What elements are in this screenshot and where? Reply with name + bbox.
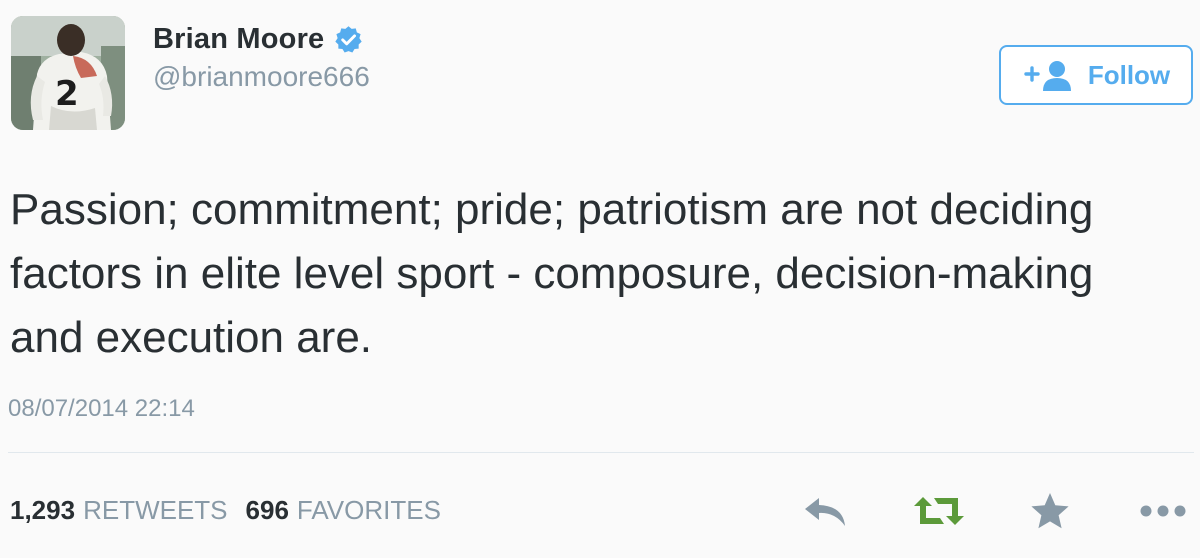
favorites-label[interactable]: FAVORITES — [297, 495, 441, 526]
user-handle[interactable]: @brianmoore666 — [153, 61, 370, 93]
favorite-icon[interactable] — [1028, 490, 1072, 532]
verified-badge-icon — [334, 25, 363, 54]
reply-icon[interactable] — [802, 490, 850, 532]
avatar-jersey-number: 2 — [55, 74, 79, 114]
user-name-row: Brian Moore — [153, 23, 363, 56]
follow-button[interactable]: Follow — [999, 45, 1193, 105]
tweet-text: Passion; commitment; pride; patriotism a… — [10, 185, 1094, 362]
add-user-icon — [1022, 59, 1076, 91]
retweets-label[interactable]: RETWEETS — [83, 495, 227, 526]
follow-label: Follow — [1087, 59, 1171, 90]
tweet-stats: 1,293 RETWEETS 696 FAVORITES — [10, 495, 459, 526]
favorites-count[interactable]: 696 — [246, 495, 289, 526]
avatar[interactable]: 2 — [11, 16, 125, 130]
tweet-timestamp[interactable]: 08/07/2014 22:14 — [8, 395, 195, 423]
retweets-count[interactable]: 1,293 — [10, 495, 75, 526]
retweet-icon[interactable] — [910, 490, 968, 532]
display-name[interactable]: Brian Moore — [153, 23, 324, 56]
divider — [8, 452, 1194, 453]
more-icon[interactable] — [1138, 490, 1188, 532]
